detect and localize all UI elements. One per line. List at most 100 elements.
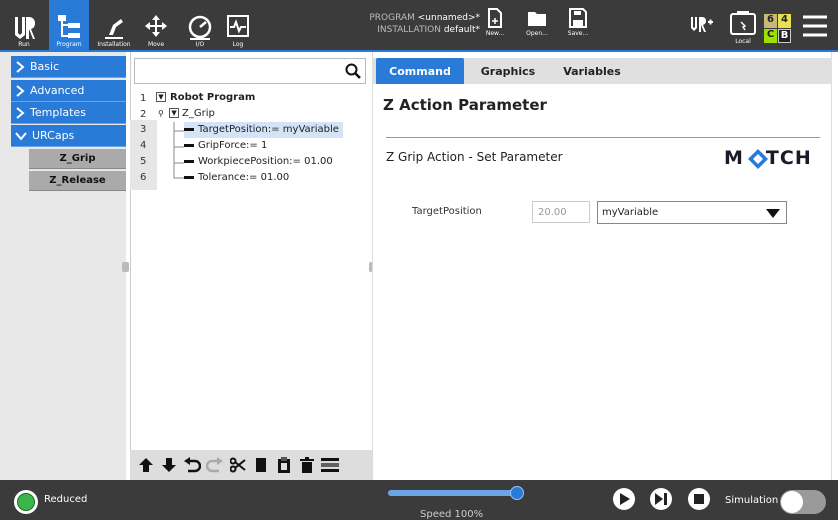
simulation-toggle[interactable] bbox=[780, 490, 826, 514]
paste-button[interactable] bbox=[274, 454, 293, 476]
match-logo-m: M bbox=[724, 147, 744, 169]
new-file-icon bbox=[488, 8, 502, 28]
top-bar: Run Program Installation Move I/O Log PR… bbox=[0, 0, 838, 52]
stop-button[interactable] bbox=[688, 488, 710, 510]
play-button[interactable] bbox=[613, 488, 635, 510]
cut-button[interactable] bbox=[228, 454, 247, 476]
line-number: 2 bbox=[140, 109, 147, 120]
target-position-dropdown[interactable]: myVariable bbox=[597, 201, 787, 224]
hamburger-icon bbox=[803, 15, 827, 37]
new-file-button[interactable]: New... bbox=[480, 8, 510, 48]
redo-button[interactable] bbox=[205, 454, 224, 476]
search-icon[interactable] bbox=[345, 63, 361, 79]
move-down-button[interactable] bbox=[159, 454, 178, 476]
hamburger-menu-button[interactable] bbox=[802, 14, 828, 42]
io-status-badges[interactable]: 6 4 C B bbox=[764, 14, 792, 44]
chevron-right-icon bbox=[16, 106, 25, 119]
simulation-label: Simulation bbox=[725, 495, 779, 506]
urcaps-logo[interactable] bbox=[690, 16, 714, 38]
redo-icon bbox=[205, 457, 223, 473]
tree-node-workpiece-position[interactable]: WorkpiecePosition:= 01.00 bbox=[184, 154, 333, 170]
move-up-button[interactable] bbox=[136, 454, 155, 476]
line-number: 6 bbox=[140, 172, 147, 183]
chevron-right-icon bbox=[16, 84, 25, 97]
tree-node-grip-force[interactable]: GripForce:= 1 bbox=[184, 138, 267, 154]
collapse-toggle-icon[interactable]: ▼ bbox=[156, 92, 166, 102]
target-position-label: TargetPosition bbox=[412, 206, 482, 217]
safety-status-button[interactable] bbox=[14, 490, 38, 514]
copy-icon bbox=[255, 458, 266, 472]
teach-pendant-icon bbox=[730, 11, 756, 35]
status-led-icon bbox=[17, 493, 35, 511]
undo-icon bbox=[183, 457, 201, 473]
line-number: 5 bbox=[140, 156, 147, 167]
match-logo: MATCH MTCH bbox=[724, 147, 812, 169]
robot-arm-icon bbox=[105, 19, 123, 39]
move-tab-button[interactable]: Move bbox=[136, 0, 176, 50]
installation-name: default* bbox=[443, 25, 480, 35]
footer-bar bbox=[0, 480, 838, 520]
folder-icon bbox=[528, 12, 546, 26]
breakpoint-icon: ⚲ bbox=[158, 109, 164, 118]
copy-button[interactable] bbox=[251, 454, 270, 476]
sidebar-item-basic[interactable]: Basic bbox=[11, 56, 126, 78]
line-number: 1 bbox=[140, 93, 147, 104]
sidebar-item-advanced[interactable]: Advanced bbox=[11, 80, 126, 102]
clipboard-icon bbox=[277, 457, 290, 473]
tab-command[interactable]: Command bbox=[376, 58, 464, 84]
chevron-right-icon bbox=[16, 60, 25, 73]
ur-logo-icon bbox=[15, 17, 35, 39]
badge-c: C bbox=[764, 29, 777, 43]
sidebar-item-z-grip[interactable]: Z_Grip bbox=[29, 149, 126, 169]
stop-icon bbox=[694, 494, 704, 504]
delete-button[interactable] bbox=[297, 454, 316, 476]
arrow-up-icon bbox=[138, 458, 153, 472]
run-button[interactable]: Run bbox=[4, 0, 44, 50]
tree-connector-lines bbox=[173, 122, 184, 179]
sidebar-item-z-release[interactable]: Z_Release bbox=[29, 171, 126, 191]
step-button[interactable] bbox=[650, 488, 672, 510]
speed-label: Speed 100% bbox=[420, 509, 484, 520]
installation-tab-button[interactable]: Installation bbox=[94, 0, 134, 50]
log-tab-button[interactable]: Log bbox=[218, 0, 258, 50]
ur-plus-icon bbox=[691, 17, 713, 32]
tab-variables[interactable]: Variables bbox=[554, 58, 630, 84]
badge-6: 6 bbox=[764, 14, 777, 28]
io-tab-button[interactable]: I/O bbox=[180, 0, 220, 50]
gauge-icon bbox=[188, 15, 212, 40]
tree-node-robot-program[interactable]: ▼ Robot Program bbox=[156, 90, 255, 106]
save-disk-icon bbox=[569, 8, 587, 28]
page-title: Z Action Parameter bbox=[383, 96, 547, 114]
trash-icon bbox=[299, 457, 314, 473]
search-input[interactable] bbox=[134, 58, 366, 84]
sidebar-item-urcaps[interactable]: URCaps bbox=[11, 125, 126, 147]
tree-node-target-position[interactable]: TargetPosition:= myVariable bbox=[184, 122, 343, 138]
program-name: <unnamed>* bbox=[417, 13, 480, 23]
program-info: PROGRAM <unnamed>* INSTALLATION default* bbox=[369, 13, 480, 35]
command-panel bbox=[372, 52, 832, 480]
tree-node-z-grip[interactable]: ⚲ ▼ Z_Grip bbox=[158, 106, 215, 122]
divider bbox=[386, 137, 820, 138]
dropdown-arrow-icon bbox=[766, 209, 780, 218]
suppress-button[interactable] bbox=[320, 454, 339, 476]
open-file-button[interactable]: Open... bbox=[522, 8, 552, 48]
tab-graphics[interactable]: Graphics bbox=[470, 58, 546, 84]
match-logo-tch: TCH bbox=[765, 147, 812, 169]
step-icon bbox=[655, 493, 667, 505]
speed-slider-knob[interactable] bbox=[510, 486, 524, 500]
undo-button[interactable] bbox=[182, 454, 201, 476]
sidebar-collapse-handle[interactable] bbox=[122, 262, 129, 272]
speed-slider[interactable] bbox=[388, 486, 524, 500]
save-file-button[interactable]: Save... bbox=[563, 8, 593, 48]
target-position-value-field[interactable]: 20.00 bbox=[532, 201, 590, 223]
suppress-lines-icon bbox=[320, 458, 339, 472]
tree-node-tolerance[interactable]: Tolerance:= 01.00 bbox=[184, 170, 289, 186]
program-tab-button[interactable]: Program bbox=[49, 0, 89, 50]
tree-toolbar bbox=[130, 450, 372, 480]
local-control-button[interactable]: Local bbox=[728, 10, 758, 50]
simulation-toggle-knob bbox=[781, 491, 803, 513]
sidebar-item-templates[interactable]: Templates bbox=[11, 102, 126, 124]
scissors-icon bbox=[229, 457, 246, 473]
match-logo-mark-icon bbox=[748, 149, 768, 169]
collapse-toggle-icon[interactable]: ▼ bbox=[169, 108, 180, 118]
